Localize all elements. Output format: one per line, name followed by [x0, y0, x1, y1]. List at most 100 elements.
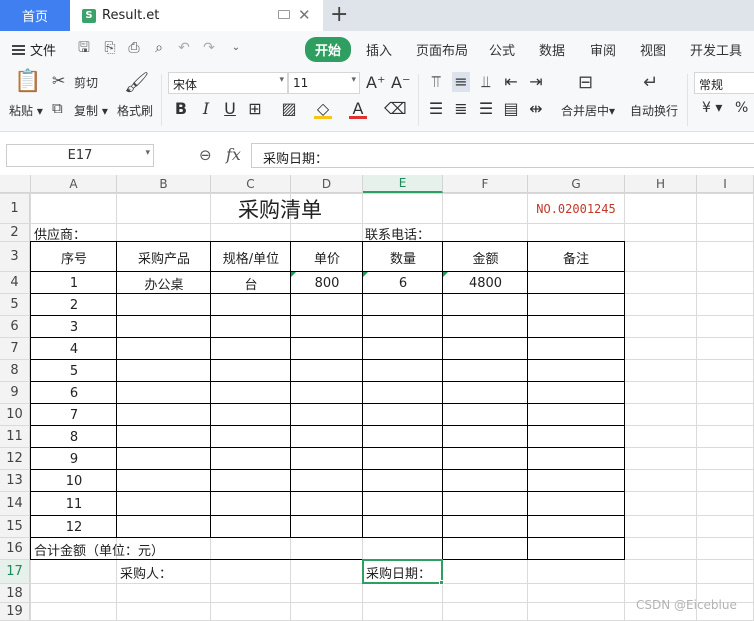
- row-header-15[interactable]: 15: [0, 516, 30, 538]
- redo-icon[interactable]: ↷: [201, 40, 217, 56]
- number-format-select[interactable]: 常规: [694, 72, 754, 94]
- tab-developer[interactable]: 开发工具: [690, 40, 742, 59]
- header-price[interactable]: 单价: [291, 242, 363, 272]
- row-header-8[interactable]: 8: [0, 360, 30, 382]
- decrease-indent-icon[interactable]: ⇤: [502, 72, 520, 92]
- formula-input[interactable]: 采购日期：: [251, 143, 754, 168]
- column-header-a[interactable]: A: [31, 175, 117, 193]
- wrap-text-button[interactable]: 自动换行: [630, 102, 678, 119]
- decrease-font-icon[interactable]: A⁻: [391, 73, 410, 93]
- align-center-icon[interactable]: ≣: [452, 99, 470, 119]
- column-header-b[interactable]: B: [117, 175, 211, 193]
- tab-page-layout[interactable]: 页面布局: [416, 40, 468, 59]
- name-box[interactable]: E17 ▾: [6, 144, 154, 167]
- sheet-title[interactable]: 采购清单: [117, 194, 443, 224]
- font-size-select[interactable]: 11 ▾: [288, 72, 360, 94]
- row-header-2[interactable]: 2: [0, 224, 30, 242]
- fill-handle[interactable]: [439, 580, 444, 585]
- total-amount-label[interactable]: 合计金额（单位：元）: [34, 538, 164, 560]
- format-painter-button[interactable]: 格式刷: [117, 102, 153, 119]
- row-header-1[interactable]: 1: [0, 194, 30, 224]
- monitor-icon[interactable]: [278, 10, 290, 19]
- row-header-17[interactable]: 17: [0, 560, 30, 584]
- new-tab-button[interactable]: +: [330, 2, 348, 28]
- spreadsheet-grid[interactable]: 19 18 17 16 15 14 13 12 11 10 9 8 7 6 5 4 3 2 1 I H G F E D C B A 采…: [0, 175, 754, 621]
- row-header-14[interactable]: 14: [0, 492, 30, 516]
- align-top-icon[interactable]: ⫪: [427, 72, 445, 92]
- tab-insert[interactable]: 插入: [366, 40, 392, 59]
- close-tab-icon[interactable]: ✕: [298, 6, 311, 24]
- print-icon[interactable]: ⎙: [126, 40, 142, 56]
- align-right-icon[interactable]: ☰: [477, 99, 495, 119]
- bold-icon[interactable]: B: [172, 99, 190, 119]
- item-1-seq[interactable]: 1: [31, 272, 117, 294]
- phone-label[interactable]: 联系电话：: [365, 224, 430, 243]
- undo-icon[interactable]: ↶: [176, 40, 192, 56]
- item-1-amount[interactable]: 4800: [443, 272, 528, 294]
- item-seq-cell[interactable]: 6: [31, 382, 117, 404]
- supplier-label[interactable]: 供应商：: [34, 224, 86, 243]
- buyer-label[interactable]: 采购人：: [120, 560, 172, 584]
- underline-icon[interactable]: U: [221, 99, 239, 119]
- fill-color-icon[interactable]: ◇: [314, 99, 332, 119]
- increase-indent-icon[interactable]: ⇥: [527, 72, 545, 92]
- merge-center-icon[interactable]: ⊟: [578, 73, 593, 93]
- header-product[interactable]: 采购产品: [117, 242, 211, 272]
- row-header-3[interactable]: 3: [0, 242, 30, 272]
- distributed-icon[interactable]: ⇹: [527, 99, 545, 119]
- cut-button[interactable]: 剪切: [74, 74, 98, 91]
- format-painter-icon[interactable]: 🖌: [124, 72, 149, 92]
- item-seq-cell[interactable]: 8: [31, 426, 117, 448]
- header-amount[interactable]: 金额: [443, 242, 528, 272]
- item-seq-cell[interactable]: 12: [31, 516, 117, 538]
- row-header-9[interactable]: 9: [0, 382, 30, 404]
- copy-button[interactable]: 复制 ▾: [74, 102, 108, 119]
- font-name-select[interactable]: 宋体 ▾: [168, 72, 288, 94]
- row-header-4[interactable]: 4: [0, 272, 30, 294]
- column-header-d[interactable]: D: [291, 175, 363, 193]
- clear-format-icon[interactable]: ⌫: [384, 99, 407, 119]
- item-seq-cell[interactable]: 3: [31, 316, 117, 338]
- row-header-18[interactable]: 18: [0, 584, 30, 603]
- item-1-unit[interactable]: 台: [211, 272, 291, 294]
- header-seq[interactable]: 序号: [31, 242, 117, 272]
- item-seq-cell[interactable]: 9: [31, 448, 117, 470]
- item-1-product[interactable]: 办公桌: [117, 272, 211, 294]
- tab-view[interactable]: 视图: [640, 40, 666, 59]
- tab-start[interactable]: 开始: [305, 37, 352, 62]
- customize-toolbar-icon[interactable]: ⌄: [228, 40, 244, 56]
- paste-button[interactable]: 粘贴 ▾: [9, 102, 43, 119]
- header-unit[interactable]: 规格/单位: [211, 242, 291, 272]
- tab-home[interactable]: 首页: [0, 0, 70, 31]
- row-header-6[interactable]: 6: [0, 316, 30, 338]
- function-icon[interactable]: fx: [226, 145, 241, 164]
- column-header-c[interactable]: C: [211, 175, 291, 193]
- item-seq-cell[interactable]: 7: [31, 404, 117, 426]
- print-preview-icon[interactable]: ⌕: [151, 40, 167, 56]
- item-seq-cell[interactable]: 11: [31, 492, 117, 516]
- column-header-g[interactable]: G: [528, 175, 625, 193]
- item-1-price[interactable]: 800: [291, 272, 363, 294]
- align-left-icon[interactable]: ☰: [427, 99, 445, 119]
- item-seq-cell[interactable]: 4: [31, 338, 117, 360]
- row-header-10[interactable]: 10: [0, 404, 30, 426]
- item-seq-cell[interactable]: 2: [31, 294, 117, 316]
- wrap-text-icon[interactable]: ↵: [643, 73, 658, 93]
- save-icon[interactable]: 🖫: [76, 40, 92, 56]
- font-color-icon[interactable]: A: [349, 99, 367, 119]
- column-header-e[interactable]: E: [363, 175, 443, 193]
- align-bottom-icon[interactable]: ⫫: [477, 72, 495, 92]
- row-header-19[interactable]: 19: [0, 603, 30, 621]
- scissors-icon[interactable]: ✂: [52, 71, 65, 91]
- zoom-icon[interactable]: ⊖: [199, 146, 212, 164]
- row-header-7[interactable]: 7: [0, 338, 30, 360]
- italic-icon[interactable]: I: [197, 99, 215, 119]
- row-header-13[interactable]: 13: [0, 470, 30, 492]
- document-number[interactable]: NO.02001245: [528, 194, 624, 224]
- tab-formula[interactable]: 公式: [489, 40, 515, 59]
- header-qty[interactable]: 数量: [363, 242, 443, 272]
- item-1-qty[interactable]: 6: [363, 272, 443, 294]
- file-menu-button[interactable]: 文件: [12, 40, 56, 59]
- row-header-11[interactable]: 11: [0, 426, 30, 448]
- header-notes[interactable]: 备注: [528, 242, 624, 272]
